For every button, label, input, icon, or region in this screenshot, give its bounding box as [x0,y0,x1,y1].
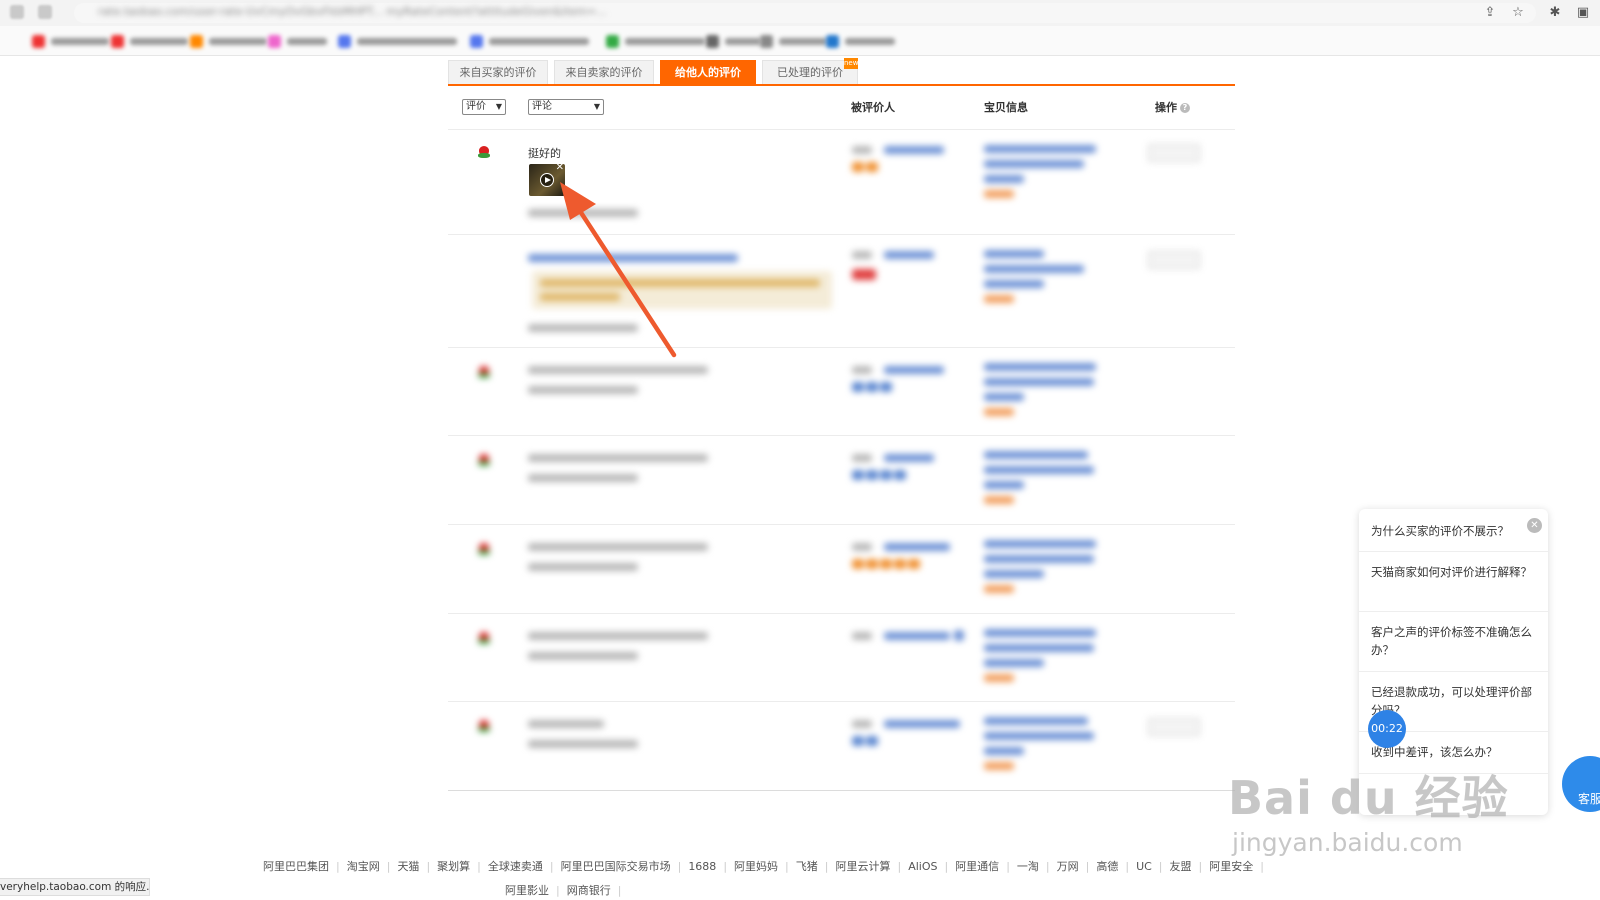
footer-separator: | [1198,860,1203,873]
extensions-icon[interactable]: ✱ [1547,5,1563,21]
table-row [448,436,1235,524]
bookmark-item[interactable] [32,34,109,48]
bookmark-item[interactable] [470,34,589,48]
table-row [448,702,1235,790]
footer-link[interactable]: 飞猪 [796,860,818,873]
footer-link[interactable]: 阿里影业 [505,884,549,897]
comment-filter-select[interactable]: 评论 ▼ [528,99,604,115]
rating-tabs: 来自买家的评价 来自卖家的评价 给他人的评价 已处理的评价 [448,60,1235,86]
forward-icon[interactable] [38,5,52,19]
footer-separator: | [549,860,554,873]
footer-separator: | [556,884,560,897]
tab-buyer-ratings[interactable]: 来自买家的评价 [448,60,548,84]
back-icon[interactable] [10,5,24,19]
status-bar: veryhelp.taobao.com 的响应... [0,878,150,896]
bookmark-item[interactable] [606,34,705,48]
chevron-down-icon: ▼ [495,102,502,111]
customer-service-label: 客服 [1578,792,1600,806]
faq-item[interactable]: 天猫商家如何对评价进行解释？ [1371,563,1534,581]
footer-separator: | [336,860,340,873]
footer-link[interactable]: UC [1136,860,1152,873]
footer-link[interactable]: 阿里妈妈 [734,860,778,873]
footer-link[interactable]: 高德 [1096,860,1118,873]
footer-link[interactable]: 一淘 [1017,860,1039,873]
footer-separator: | [1006,860,1010,873]
comment-filter-value: 评论 [532,101,552,112]
column-action: 操作? [1155,98,1190,118]
column-rated-person: 被评价人 [851,101,895,114]
footer-separator: | [723,860,728,873]
sidebar-icon[interactable]: ▣ [1575,5,1591,21]
footer-link[interactable]: 聚划算 [437,860,470,873]
footer-separator: | [477,860,481,873]
watermark-url: jingyan.baidu.com [1232,828,1463,857]
footer-link[interactable]: 淘宝网 [347,860,380,873]
footer-link[interactable]: 阿里安全 [1209,860,1253,873]
divider [448,790,1235,791]
footer-separator: | [386,860,391,873]
footer-separator: | [1085,860,1090,873]
footer-link[interactable]: 友盟 [1170,860,1192,873]
footer-link[interactable]: 阿里云计算 [835,860,890,873]
rating-filter-value: 评价 [466,101,486,112]
footer-link[interactable]: 网商银行 [567,884,611,897]
help-icon[interactable]: ? [1180,103,1190,113]
footer-separator: | [1158,860,1163,873]
bookmark-item[interactable] [338,34,457,48]
comment-text: 挺好的 [528,147,561,160]
footer-link[interactable]: 万网 [1057,860,1079,873]
footer-separator: | [824,860,829,873]
rating-filter-select[interactable]: 评价 ▼ [462,99,506,115]
bookmarks-bar [0,26,1600,56]
annotation-arrow [560,182,677,358]
tab-given-ratings[interactable]: 给他人的评价 [660,60,756,84]
footer-link[interactable]: AliOS [908,860,937,873]
bookmark-item[interactable] [111,34,188,48]
footer-separator: | [1260,860,1264,873]
footer-separator: | [1125,860,1130,873]
footer-link[interactable]: 天猫 [397,860,419,873]
table-row [448,614,1235,701]
footer-link[interactable]: 1688 [688,860,716,873]
footer-separator: | [944,860,949,873]
footer-separator: | [1045,860,1050,873]
footer-separator: | [785,860,789,873]
footer-link[interactable]: 阿里巴巴国际交易市场 [561,860,671,873]
bookmark-item[interactable] [268,34,327,48]
faq-item[interactable]: 客户之声的评价标签不准确怎么办？ [1371,623,1534,659]
footer-separator: | [617,884,622,897]
column-action-label: 操作 [1155,101,1177,114]
bookmark-item[interactable] [760,34,827,48]
address-bar[interactable]: rate.taobao.com/user-rate-UvCmyOvGbvFkbM… [74,3,1536,23]
footer-separator: | [677,860,682,873]
star-icon[interactable]: ☆ [1510,5,1526,21]
table-row [448,525,1235,613]
chevron-down-icon: ▼ [593,102,600,111]
bookmark-item[interactable] [190,34,267,48]
footer-separator: | [897,860,902,873]
footer-links-2: 阿里影业 | 网商银行 | [505,882,628,898]
customer-service-button[interactable]: 客服 [1562,756,1600,812]
column-item-info: 宝贝信息 [984,101,1028,114]
footer-links: 阿里巴巴集团 | 淘宝网 | 天猫 | 聚划算 | 全球速卖通 | 阿里巴巴国际交易市场 | 1688 |… [263,858,1264,874]
share-icon[interactable]: ⇪ [1482,5,1498,21]
bookmark-item[interactable] [706,34,761,48]
address-text: rate.taobao.com/user-rate-UvCmyOvGbvFkbM… [98,5,607,18]
footer-separator: | [426,860,431,873]
tab-seller-ratings[interactable]: 来自卖家的评价 [554,60,654,84]
new-badge: new [844,58,859,69]
bookmark-item[interactable] [826,34,895,48]
close-icon[interactable]: ✕ [1527,518,1542,533]
good-rating-icon [478,146,490,158]
footer-link[interactable]: 全球速卖通 [488,860,543,873]
faq-item[interactable]: 为什么买家的评价不展示？ [1371,522,1534,540]
footer-link[interactable]: 阿里通信 [955,860,999,873]
footer-link[interactable]: 阿里巴巴集团 [263,860,329,873]
watermark-text: Bai du 经验 [1228,771,1509,825]
timer-badge: 00:22 [1368,710,1406,748]
explain-button[interactable] [1148,144,1200,162]
browser-toolbar: rate.taobao.com/user-rate-UvCmyOvGbvFkbM… [0,0,1600,26]
